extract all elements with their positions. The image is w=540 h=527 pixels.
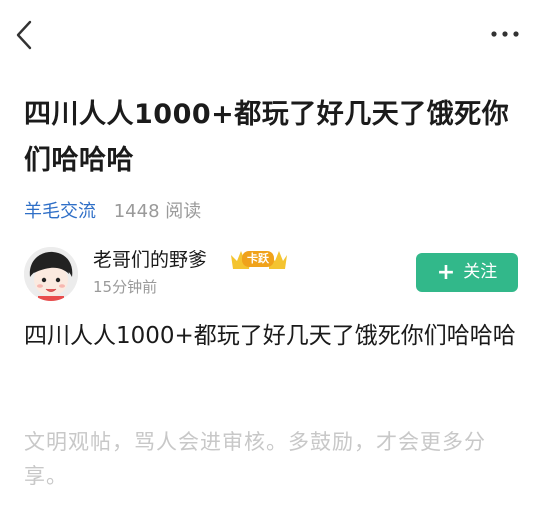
plus-icon: + bbox=[436, 260, 456, 285]
follow-button[interactable]: + 关注 bbox=[416, 253, 518, 292]
back-button[interactable] bbox=[10, 18, 42, 52]
author-badge: 卡跃 bbox=[242, 251, 274, 267]
avatar-illustration-icon bbox=[24, 247, 78, 301]
post-title: 四川人人1000+都玩了好几天了饿死你们哈哈哈 bbox=[24, 99, 510, 176]
post-time: 15分钟前 bbox=[93, 278, 158, 296]
post-meta: 羊毛交流 1448 阅读 bbox=[24, 199, 201, 225]
comment-input-hint[interactable]: 文明观帖，骂人会进审核。多鼓励，才会更多分享。 bbox=[24, 425, 524, 493]
follow-label: 关注 bbox=[463, 262, 498, 282]
more-dots-icon bbox=[491, 31, 519, 37]
more-button[interactable] bbox=[490, 24, 522, 44]
avatar[interactable] bbox=[24, 247, 78, 301]
read-count: 1448 阅读 bbox=[113, 201, 202, 222]
author-name[interactable]: 老哥们的野爹 bbox=[93, 247, 207, 273]
top-bar bbox=[0, 0, 540, 70]
post-content: 四川人人1000+都玩了好几天了饿死你们哈哈哈 bbox=[24, 323, 516, 349]
author-row: 老哥们的野爹 卡跃 15分钟前 + 关注 bbox=[24, 245, 518, 305]
chevron-left-icon bbox=[16, 20, 32, 50]
category-link[interactable]: 羊毛交流 bbox=[24, 201, 96, 222]
